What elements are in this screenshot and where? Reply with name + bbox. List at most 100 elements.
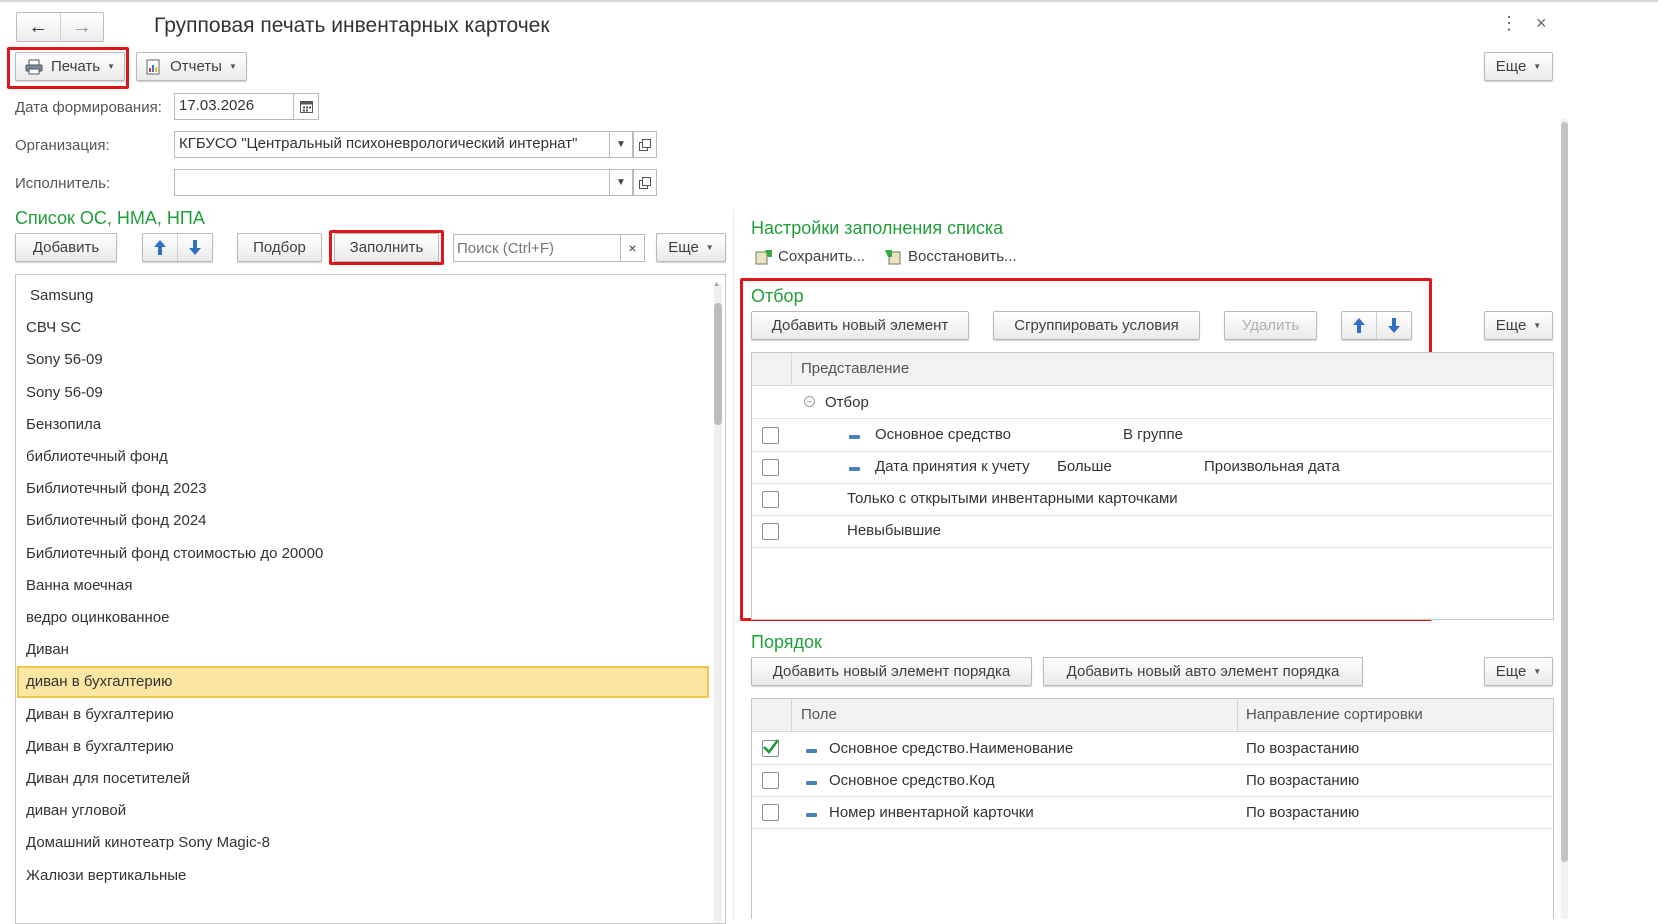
filter-root-label: Отбор (825, 394, 869, 411)
list-item[interactable]: Диван в бухгалтерию (26, 706, 174, 723)
search-input[interactable] (453, 234, 621, 262)
order-row-checkbox[interactable] (762, 739, 779, 757)
filter-row-checkbox[interactable] (762, 427, 779, 444)
search-clear-button[interactable]: × (620, 234, 645, 262)
list-item[interactable]: Sony 56-09 (26, 351, 103, 368)
list-item[interactable]: Samsung (30, 287, 93, 304)
list-item[interactable]: Бензопила (26, 416, 101, 433)
list-item[interactable]: Домашний кинотеатр Sony Magic-8 (26, 834, 270, 851)
order-title: Порядок (751, 632, 822, 652)
more-button-filter[interactable]: Еще ▼ (1484, 311, 1553, 340)
filter-row-checkbox[interactable] (762, 523, 779, 540)
move-buttons-filter (1341, 311, 1412, 340)
delete-button[interactable]: Удалить (1224, 311, 1317, 340)
move-up-button[interactable] (1342, 312, 1377, 339)
list-item[interactable]: Ванна моечная (26, 577, 133, 594)
more-button-top[interactable]: Еще ▼ (1484, 52, 1553, 81)
add-order-element-label: Добавить новый элемент порядка (772, 663, 1011, 680)
add-auto-order-element-button[interactable]: Добавить новый авто элемент порядка (1043, 657, 1363, 686)
add-auto-order-element-label: Добавить новый авто элемент порядка (1066, 663, 1340, 680)
kebab-menu-icon[interactable]: ⋮ (1500, 14, 1518, 32)
row-separator (752, 418, 1553, 419)
chevron-down-icon: ▼ (705, 243, 714, 252)
open-link-icon (639, 138, 651, 151)
window-title: Групповая печать инвентарных карточек (154, 14, 550, 37)
executor-field[interactable] (174, 169, 610, 196)
order-row-field: Номер инвентарной карточки (829, 804, 1034, 821)
order-row-checkbox[interactable] (762, 804, 779, 821)
list-item[interactable]: Библиотечный фонд стоимостью до 20000 (26, 545, 323, 562)
group-conditions-button[interactable]: Сгруппировать условия (993, 311, 1200, 340)
checkmark-icon (763, 739, 779, 754)
open-link-icon (639, 176, 651, 189)
chevron-down-icon: ▼ (1533, 667, 1542, 676)
add-button[interactable]: Добавить (15, 233, 117, 262)
order-item-icon (806, 813, 817, 817)
move-down-button[interactable] (1377, 312, 1411, 339)
fill-button[interactable]: Заполнить (334, 233, 439, 262)
filter-row-value: Произвольная дата (1204, 458, 1340, 475)
order-row-field: Основное средство.Наименование (829, 740, 1074, 757)
list-item[interactable]: Библиотечный фонд 2023 (26, 480, 207, 497)
order-row-field: Основное средство.Код (829, 772, 995, 789)
chevron-down-icon: ▼ (228, 62, 237, 71)
move-buttons-left (142, 233, 213, 262)
filter-row-checkbox[interactable] (762, 459, 779, 476)
list-item[interactable]: Жалюзи вертикальные (26, 867, 186, 884)
back-button[interactable]: ← (17, 13, 61, 41)
add-filter-element-button[interactable]: Добавить новый элемент (751, 311, 969, 340)
pick-button[interactable]: Подбор (237, 233, 322, 262)
reports-button[interactable]: Отчеты ▼ (136, 52, 247, 81)
collapse-icon[interactable]: – (804, 396, 815, 407)
delete-label: Удалить (1241, 317, 1300, 334)
chevron-down-icon: ▼ (1533, 321, 1542, 330)
more-label: Еще (1495, 663, 1527, 680)
organization-open-button[interactable] (633, 131, 657, 158)
list-item[interactable]: диван угловой (26, 802, 126, 819)
list-item[interactable]: СВЧ SC (26, 319, 81, 336)
window-top-border (0, 0, 1658, 2)
filter-row-condition: В группе (1123, 426, 1183, 443)
fill-label: Заполнить (349, 239, 424, 256)
move-down-button[interactable] (178, 234, 212, 261)
list-item[interactable]: Диван (26, 641, 69, 658)
list-item[interactable]: Sony 56-09 (26, 384, 103, 401)
list-item[interactable]: диван в бухгалтерию (26, 673, 172, 690)
organization-field[interactable]: КГБУСО "Центральный психоневрологический… (174, 131, 610, 158)
add-order-element-button[interactable]: Добавить новый элемент порядка (751, 657, 1032, 686)
executor-label: Исполнитель: (15, 175, 111, 192)
restore-icon (885, 249, 901, 264)
close-icon[interactable]: × (1536, 14, 1547, 32)
list-item[interactable]: Библиотечный фонд 2024 (26, 512, 207, 529)
save-settings-link[interactable]: Сохранить... (755, 248, 865, 265)
more-button-left[interactable]: Еще ▼ (656, 233, 726, 262)
row-separator (752, 483, 1553, 484)
executor-dropdown-button[interactable]: ▼ (609, 169, 633, 196)
row-separator (752, 796, 1553, 797)
calendar-button[interactable] (293, 93, 319, 120)
order-row-checkbox[interactable] (762, 772, 779, 789)
filter-row-checkbox[interactable] (762, 491, 779, 508)
filter-header-divider (791, 353, 792, 386)
forward-button[interactable]: → (61, 13, 104, 41)
move-up-button[interactable] (143, 234, 178, 261)
chevron-up-icon[interactable]: ▲ (713, 281, 720, 288)
chevron-down-icon: ▼ (1533, 62, 1542, 71)
list-scrollbar-thumb[interactable] (714, 303, 722, 425)
date-label: Дата формирования: (15, 99, 162, 116)
restore-settings-link[interactable]: Восстановить... (884, 248, 1017, 265)
page-scrollbar-thumb[interactable] (1561, 122, 1568, 862)
list-item[interactable]: библиотечный фонд (26, 448, 168, 465)
filter-title: Отбор (751, 286, 804, 306)
list-item[interactable]: Диван в бухгалтерию (26, 738, 174, 755)
executor-open-button[interactable] (633, 169, 657, 196)
calendar-icon (299, 101, 313, 113)
organization-dropdown-button[interactable]: ▼ (609, 131, 633, 158)
list-item[interactable]: ведро оцинкованное (26, 609, 169, 626)
add-filter-element-label: Добавить новый элемент (771, 317, 949, 334)
filter-row-field: Невыбывшие (847, 522, 942, 539)
list-item[interactable]: Диван для посетителей (26, 770, 190, 787)
more-button-order[interactable]: Еще ▼ (1484, 657, 1553, 686)
date-field[interactable]: 17.03.2026 (174, 93, 294, 120)
print-button[interactable]: Печать ▼ (15, 52, 125, 81)
